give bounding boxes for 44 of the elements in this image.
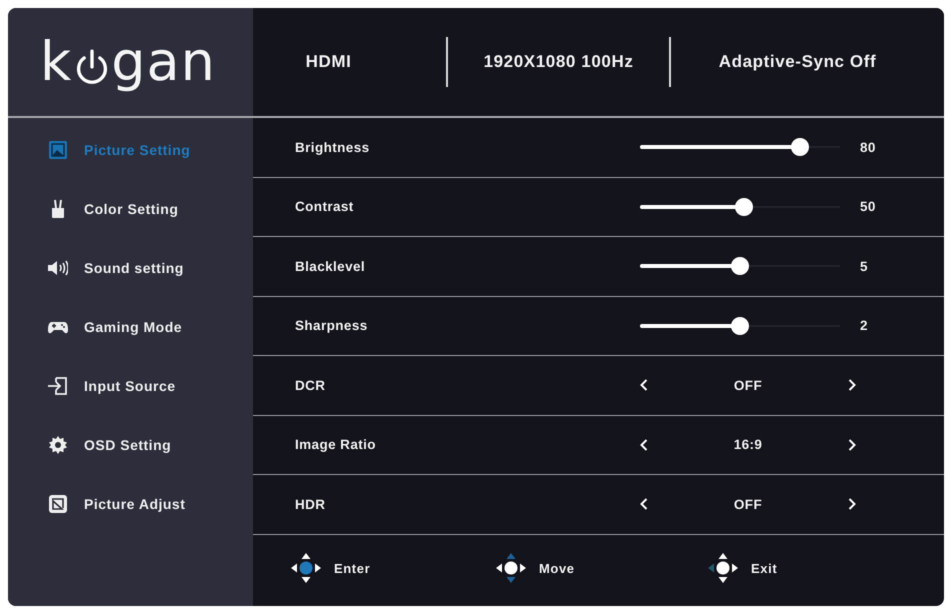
status-text: Adaptive-Sync Off	[718, 52, 876, 72]
image-frame-icon	[48, 494, 68, 514]
status-text: HDMI	[306, 52, 352, 72]
chevron-right-icon[interactable]	[848, 438, 856, 451]
hint-label: Enter	[334, 560, 370, 576]
setting-label: Image Ratio	[295, 437, 376, 452]
chevron-left-icon[interactable]	[640, 379, 648, 392]
setting-label: DCR	[295, 378, 326, 393]
slider-thumb[interactable]	[731, 257, 749, 276]
menu-item[interactable]: Color Setting	[8, 179, 253, 238]
menu-item[interactable]: Input Source	[8, 356, 253, 415]
setting-value: OFF	[734, 496, 762, 512]
slider-thumb[interactable]	[731, 316, 749, 335]
menu-item[interactable]: OSD Setting	[8, 415, 253, 474]
logo-text: gan	[111, 30, 216, 94]
slider-thumb[interactable]	[735, 198, 753, 216]
setting-label: Contrast	[295, 199, 354, 214]
setting-label: Sharpness	[295, 318, 368, 334]
setting-value: 50	[859, 199, 876, 214]
menu-item[interactable]: Gaming Mode	[8, 297, 253, 356]
setting-label: Brightness	[295, 140, 370, 155]
picture-icon	[48, 140, 68, 160]
hint-label: Exit	[751, 560, 778, 576]
speaker-icon	[48, 258, 68, 278]
chevron-right-icon[interactable]	[848, 379, 856, 392]
menu-item[interactable]: Picture Adjust	[8, 474, 253, 533]
logo-text: k	[40, 30, 72, 94]
setting-value: 2	[859, 318, 868, 334]
chevron-left-icon[interactable]	[640, 498, 648, 510]
input-icon	[48, 376, 68, 396]
menu-item[interactable]: Sound setting	[8, 238, 253, 297]
setting-label: HDR	[295, 496, 326, 512]
chevron-left-icon[interactable]	[640, 438, 648, 451]
settings-icon	[48, 434, 68, 454]
hint-label: Move	[539, 560, 575, 576]
setting-value: OFF	[734, 378, 762, 393]
chevron-right-icon[interactable]	[848, 498, 856, 510]
setting-value: 80	[859, 140, 876, 155]
slider-thumb[interactable]	[791, 138, 809, 156]
setting-label: Blacklevel	[295, 258, 366, 274]
setting-value: 5	[859, 258, 868, 274]
status-text: 1920X1080 100Hz	[484, 52, 634, 72]
power-icon	[75, 49, 110, 87]
setting-value: 16:9	[734, 437, 762, 452]
